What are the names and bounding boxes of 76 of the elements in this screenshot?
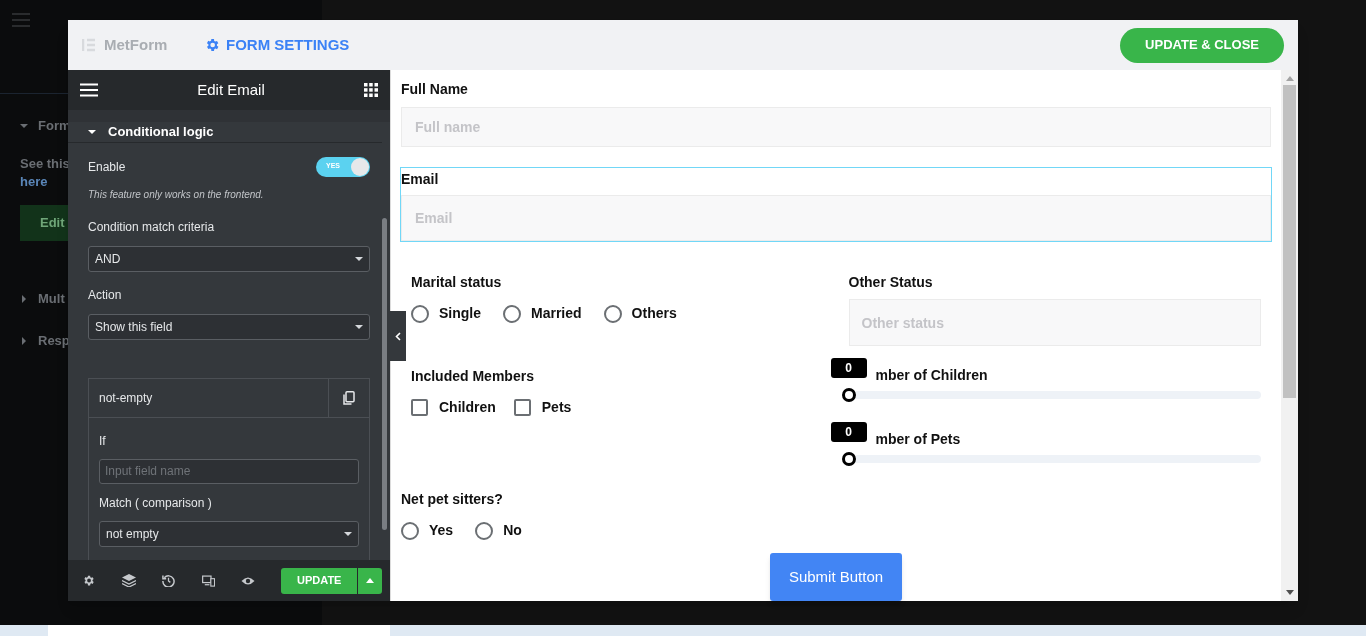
caret-icon <box>344 529 352 538</box>
caret-icon <box>366 578 375 583</box>
caret-icon <box>20 122 28 130</box>
menu-icon <box>12 13 30 27</box>
checkbox[interactable] <box>411 399 428 416</box>
section-title: Mult <box>38 290 65 309</box>
input-field[interactable]: Input field name <box>99 458 359 484</box>
caret-icon <box>88 127 96 136</box>
field-label: Email <box>401 170 440 189</box>
select-field[interactable]: AND <box>88 245 370 272</box>
menu-icon[interactable] <box>80 83 98 97</box>
edit-button[interactable]: Edit <box>20 205 68 241</box>
field-label: mber of Children <box>875 366 988 385</box>
history-icon[interactable] <box>161 574 175 587</box>
field-label: If <box>99 432 107 450</box>
value-tooltip: 0 <box>830 358 867 378</box>
condition-title[interactable]: not-empty <box>89 378 328 417</box>
field-label: mber of Pets <box>875 430 961 449</box>
layers-icon[interactable] <box>121 574 136 587</box>
field-label: Action <box>88 286 123 304</box>
field-label: Match ( comparison ) <box>99 494 213 512</box>
field-label: Full Name <box>401 80 469 99</box>
responsive-icon[interactable] <box>201 574 215 587</box>
radio-button[interactable] <box>411 304 429 323</box>
scroll-down-icon[interactable] <box>1285 590 1294 595</box>
checkbox-label: Children <box>439 398 496 417</box>
eye-icon[interactable] <box>241 575 256 586</box>
grid-icon[interactable] <box>364 83 378 97</box>
update-close-button[interactable]: UPDATE & CLOSE <box>1120 27 1284 63</box>
caret-icon <box>355 254 363 263</box>
radio-label: Yes <box>429 521 454 540</box>
field-label: Included Members <box>411 367 535 386</box>
radio-label: No <box>503 521 522 540</box>
checkbox-label: Pets <box>541 398 572 417</box>
checkbox[interactable] <box>513 399 531 416</box>
slider-thumb[interactable] <box>841 388 856 402</box>
radio-label: Married <box>531 304 582 323</box>
settings-icon[interactable] <box>82 574 95 587</box>
chevron-left-icon <box>395 331 401 341</box>
caret-icon <box>20 295 28 303</box>
slider-thumb[interactable] <box>841 452 856 466</box>
scrollbar-thumb[interactable] <box>382 218 387 530</box>
scrollbar-thumb[interactable] <box>1283 85 1296 398</box>
slider-track[interactable] <box>855 455 1261 463</box>
form-settings-tab[interactable]: FORM SETTINGS <box>204 33 350 57</box>
field-label: Enable <box>88 158 126 176</box>
select-field[interactable]: Show this field <box>88 313 370 340</box>
copy-icon[interactable] <box>343 390 355 405</box>
hint-text: See this <box>20 155 70 173</box>
settings-icon <box>204 37 220 53</box>
caret-icon <box>20 337 28 345</box>
radio-button[interactable] <box>603 304 622 323</box>
field-label: Condition match criteria <box>88 218 216 236</box>
section-title: Resp <box>38 332 70 351</box>
radio-button[interactable] <box>475 521 494 540</box>
radio-button[interactable] <box>401 521 419 540</box>
field-label: Net pet sitters? <box>401 490 504 509</box>
value-tooltip: 0 <box>830 422 867 442</box>
field-label: Marital status <box>411 273 503 292</box>
update-button[interactable]: UPDATE <box>281 567 358 594</box>
collapse-handle[interactable] <box>390 311 406 361</box>
radio-label: Single <box>439 304 481 323</box>
section-header[interactable]: Conditional logic <box>68 122 382 143</box>
link[interactable]: here <box>20 171 48 191</box>
note-text: This feature only works on the frontend. <box>88 187 265 202</box>
submit-button[interactable]: Submit Button <box>769 553 903 601</box>
radio-label: Others <box>631 304 677 323</box>
field-label: Other Status <box>848 273 934 292</box>
update-options-button[interactable] <box>358 567 382 594</box>
logo-text: MetForm <box>104 34 168 55</box>
radio-button[interactable] <box>503 304 521 323</box>
panel-title: Edit Email <box>197 79 265 100</box>
logo-icon <box>82 38 96 52</box>
caret-icon <box>355 322 363 331</box>
select-field[interactable]: not empty <box>99 520 359 547</box>
slider-track[interactable] <box>855 391 1261 399</box>
